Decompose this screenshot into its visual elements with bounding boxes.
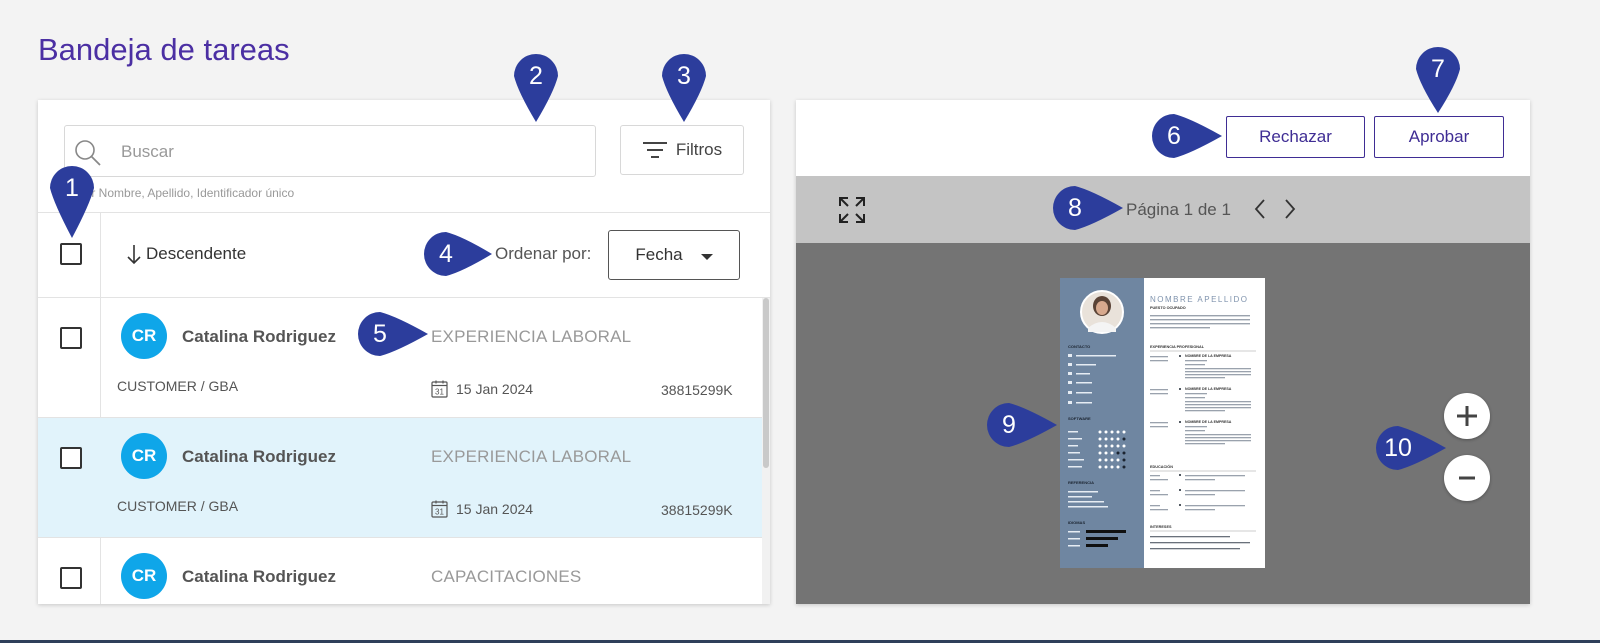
page-indicator: Página 1 de 1: [1126, 200, 1231, 219]
cv-job-title: NOMBRE DE LA EMPRESA: [1185, 420, 1232, 424]
cv-section-heading: EXPERIENCIA PROFESIONAL: [1150, 345, 1205, 349]
row-checkbox[interactable]: [60, 327, 82, 349]
document-viewer-panel: Rechazar Aprobar Página 1 de 1 CONTACTO …: [796, 100, 1530, 604]
cv-section-heading: INTERESES: [1150, 525, 1172, 529]
caret-down-icon: [700, 254, 713, 260]
chevron-right-icon: [1285, 199, 1296, 219]
page-navigation: [1252, 196, 1298, 222]
viewer-toolbar: Página 1 de 1: [796, 176, 1530, 243]
calendar-icon-day: 31: [435, 388, 444, 397]
calendar-icon-day: 31: [435, 508, 444, 517]
search-input[interactable]: [121, 138, 561, 166]
sort-by-select[interactable]: Fecha: [608, 230, 740, 280]
avatar: CR: [121, 313, 167, 359]
cv-sidebar-heading: IDIOMAS: [1068, 520, 1085, 525]
callout-number: 6: [1167, 121, 1181, 150]
arrow-down-icon: [127, 245, 141, 265]
sort-by-value: Fecha: [635, 245, 683, 264]
zoom-out-button[interactable]: [1444, 455, 1490, 501]
task-date-text: 15 Jan 2024: [456, 381, 534, 397]
task-identifier: 38815299K: [661, 382, 733, 398]
callout-marker-9: 9: [981, 397, 1057, 453]
callout-marker-1: 1: [44, 160, 100, 238]
page-title: Bandeja de tareas: [38, 32, 290, 67]
task-category: EXPERIENCIA LABORAL: [431, 327, 632, 346]
callout-marker-7: 7: [1410, 41, 1466, 113]
task-org: CUSTOMER / GBA: [117, 498, 239, 514]
zoom-in-button[interactable]: [1444, 393, 1490, 439]
expand-icon[interactable]: [838, 196, 866, 224]
sort-direction-label: Descendente: [146, 244, 247, 263]
cv-section-heading: EDUCACIÓN: [1150, 464, 1173, 469]
task-date: 31 15 Jan 2024: [431, 380, 533, 398]
callout-number: 10: [1384, 433, 1412, 462]
task-row-selected[interactable]: CR Catalina Rodriguez EXPERIENCIA LABORA…: [38, 418, 762, 538]
callout-number: 7: [1431, 54, 1445, 83]
search-box[interactable]: [64, 125, 596, 177]
cv-sidebar-heading: CONTACTO: [1068, 344, 1090, 349]
callout-number: 2: [529, 61, 543, 90]
callout-marker-6: 6: [1146, 108, 1222, 164]
filter-icon: [642, 142, 667, 158]
reject-button[interactable]: Rechazar: [1226, 116, 1365, 158]
avatar: CR: [121, 553, 167, 599]
document-page-thumbnail: CONTACTO SOFTWARE REFERENCIA IDIOMAS NOM…: [1060, 278, 1265, 568]
next-page-button[interactable]: [1282, 196, 1298, 222]
filters-button[interactable]: Filtros: [620, 125, 744, 175]
select-all-checkbox[interactable]: [60, 243, 82, 265]
task-name: Catalina Rodriguez: [182, 327, 336, 346]
sort-direction-toggle[interactable]: Descendente: [126, 243, 246, 265]
callout-marker-10: 10: [1370, 420, 1446, 476]
minus-icon: [1459, 476, 1475, 480]
callout-number: 5: [373, 319, 387, 348]
cv-role: PUESTO OCUPADO: [1150, 306, 1186, 310]
task-category: CAPACITACIONES: [431, 567, 582, 586]
callout-marker-5: 5: [352, 306, 428, 362]
resume-preview: CONTACTO SOFTWARE REFERENCIA IDIOMAS NOM…: [1060, 278, 1256, 568]
callout-number: 8: [1068, 193, 1082, 222]
callout-number: 4: [439, 239, 453, 268]
task-name: Catalina Rodriguez: [182, 447, 336, 466]
calendar-icon: 31: [431, 380, 448, 398]
cv-sidebar-heading: REFERENCIA: [1068, 480, 1094, 485]
task-category: EXPERIENCIA LABORAL: [431, 447, 632, 466]
task-row[interactable]: CR Catalina Rodriguez CAPACITACIONES: [38, 538, 762, 604]
callout-marker-2: 2: [508, 48, 564, 122]
chevron-left-icon: [1254, 199, 1265, 219]
avatar: CR: [121, 433, 167, 479]
callout-number: 1: [65, 173, 79, 202]
approve-button[interactable]: Aprobar: [1374, 116, 1504, 158]
task-date-text: 15 Jan 2024: [456, 501, 534, 517]
task-identifier: 38815299K: [661, 502, 733, 518]
task-org: CUSTOMER / GBA: [117, 378, 239, 394]
cv-job-title: NOMBRE DE LA EMPRESA: [1185, 387, 1232, 391]
callout-marker-3: 3: [656, 48, 712, 122]
sort-bar: Descendente Ordenar por: Fecha: [38, 212, 770, 298]
cv-sidebar-heading: SOFTWARE: [1068, 416, 1091, 421]
task-name: Catalina Rodriguez: [182, 567, 336, 586]
filters-label: Filtros: [675, 140, 723, 159]
calendar-icon: 31: [431, 500, 448, 518]
cv-job-title: NOMBRE DE LA EMPRESA: [1185, 354, 1232, 358]
sort-by-label: Ordenar por:: [495, 244, 592, 263]
callout-marker-8: 8: [1047, 180, 1123, 236]
row-checkbox[interactable]: [60, 447, 82, 469]
callout-number: 9: [1002, 410, 1016, 439]
callout-number: 3: [677, 61, 691, 90]
task-date: 31 15 Jan 2024: [431, 500, 533, 518]
callout-marker-4: 4: [418, 226, 492, 282]
cv-name: NOMBRE APELLIDO: [1150, 295, 1249, 304]
previous-page-button[interactable]: [1252, 196, 1268, 222]
list-scrollbar[interactable]: [762, 298, 770, 604]
scrollbar-thumb[interactable]: [763, 298, 769, 468]
row-checkbox[interactable]: [60, 567, 82, 589]
plus-icon: [1457, 406, 1477, 426]
